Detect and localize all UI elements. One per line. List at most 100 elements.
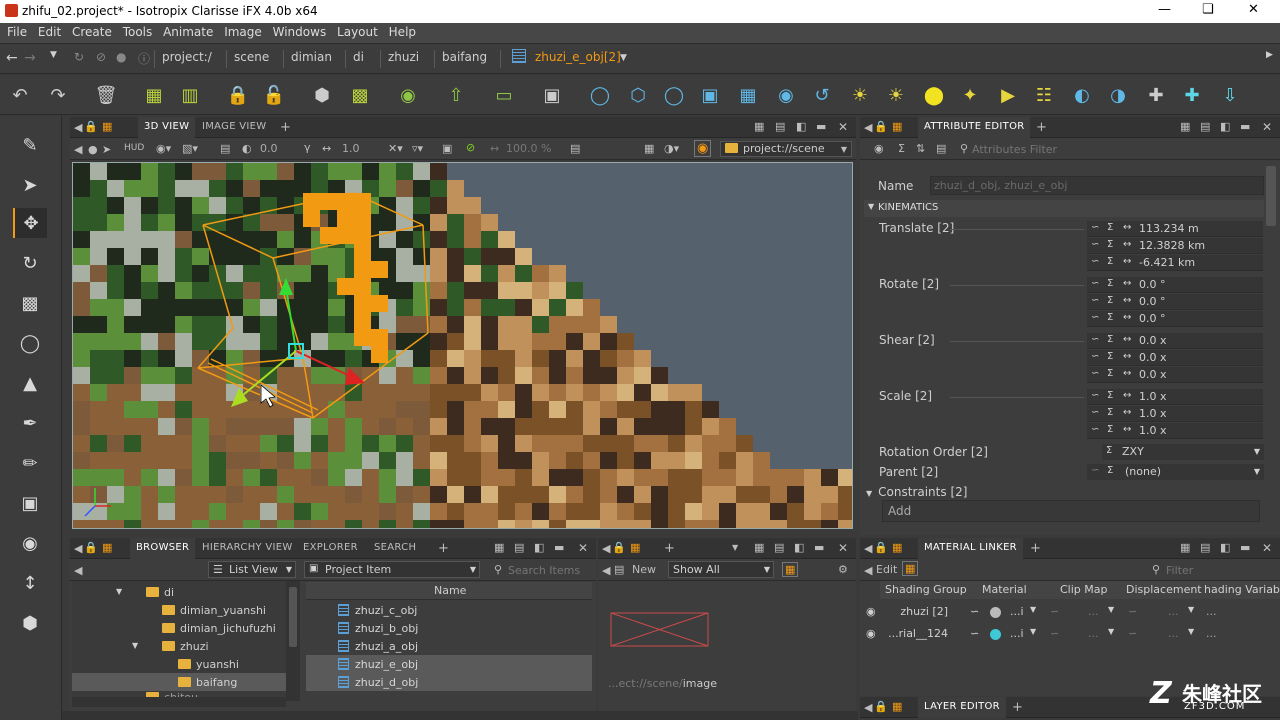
menu-windows[interactable]: Windows (273, 23, 327, 39)
panel-menu-icon[interactable]: ◀ (864, 701, 872, 714)
browser-menu-icon[interactable]: ◀ (74, 564, 82, 577)
exposure-field[interactable]: 0.0 (260, 142, 278, 155)
render-icon[interactable]: ⊘ (466, 141, 475, 154)
show-filter-select[interactable]: Show All ▼ (668, 561, 774, 578)
chevron-down-icon[interactable]: ▼ (620, 53, 627, 71)
layout-icon[interactable]: ▦ (1180, 120, 1190, 133)
move-icon[interactable]: ✥ (13, 208, 47, 238)
tree-item[interactable]: baifang (72, 673, 286, 691)
tab-material-linker[interactable]: MATERIAL LINKER (918, 538, 1023, 559)
panel-menu-icon[interactable]: ◀ (864, 121, 872, 134)
menu-tools[interactable]: Tools (123, 23, 153, 39)
camera-icon[interactable]: ◉ (15, 528, 45, 558)
shading-icon[interactable]: ◉▾ (156, 142, 171, 155)
add-constraint-button[interactable]: Add (882, 500, 1260, 522)
rotate-field-0[interactable]: ∽ Σ ↔ 0.0 ° (1087, 277, 1263, 293)
tree-item[interactable]: dimian_jichufuzhi (72, 619, 286, 637)
export-icon[interactable]: ⇧ (442, 81, 470, 109)
file-list-item[interactable]: zhuzi_e_obj (306, 655, 592, 673)
panel-view-icon[interactable]: ▦ (892, 541, 902, 554)
layout3-icon[interactable]: ◧ (796, 120, 806, 133)
tab-explorer[interactable]: EXPLORER (303, 542, 358, 553)
brush-icon[interactable]: ✏ (15, 448, 45, 478)
environment-icon[interactable]: ◑ (1104, 81, 1132, 109)
close-icon[interactable]: ✕ (1248, 2, 1259, 17)
rotate-field-1[interactable]: ∽ Σ ↔ 0.0 ° (1087, 294, 1263, 310)
layout2-icon[interactable]: ▤ (514, 541, 524, 554)
chevron-right-icon[interactable]: ▶ (1266, 50, 1273, 68)
panel-view-icon[interactable]: ▦ (102, 541, 112, 554)
stamp-icon[interactable]: ▲ (15, 368, 45, 398)
forward-arrow-icon[interactable]: → (24, 50, 36, 68)
tools-icon[interactable]: ✕▾ (388, 142, 403, 155)
restore-icon[interactable]: ❏ (1202, 2, 1214, 17)
zoom-spinner-icon[interactable]: ↔ (490, 142, 499, 155)
snapshot-icon[interactable]: ▤ (570, 142, 580, 155)
scale-field-0[interactable]: ∽ Σ ↔ 1.0 x (1087, 389, 1263, 405)
layout-icon[interactable]: ▦ (754, 541, 764, 554)
view-mode-select[interactable]: ☰ List View ▼ (208, 561, 296, 578)
settings-gear-icon[interactable]: ⚙ (838, 563, 848, 576)
context-selector[interactable]: project://scene ▼ (720, 141, 852, 157)
ungroup-icon[interactable]: ▥ (176, 81, 204, 109)
close-panel-icon[interactable]: ✕ (578, 541, 588, 555)
tab-image-view[interactable]: IMAGE VIEW (202, 121, 266, 132)
spot-light-icon[interactable]: ✦ (956, 81, 984, 109)
scale-icon[interactable]: ▩ (15, 288, 45, 318)
drop-icon[interactable]: ⇩ (1216, 81, 1244, 109)
hud-toggle[interactable]: HUD (124, 143, 144, 153)
refresh-icon[interactable]: ↻ (74, 50, 84, 68)
cylinder-icon[interactable]: ▣ (696, 81, 724, 109)
menu-layout[interactable]: Layout (337, 23, 378, 39)
chevron-down-icon[interactable]: ▼ (732, 543, 738, 552)
light-bulb-icon[interactable]: ☀ (846, 81, 874, 109)
parent-select[interactable]: ∽ Σ (none) ▼ (1087, 464, 1264, 480)
column-clip-map[interactable]: Clip Map (1060, 583, 1108, 596)
paint-icon[interactable]: ✒ (15, 408, 45, 438)
material-view-icon[interactable]: ▦ (902, 561, 919, 576)
box-icon[interactable]: ⬢ (308, 81, 336, 109)
sphere-icon[interactable]: ◯ (660, 81, 688, 109)
rotate-icon[interactable]: ↻ (15, 248, 45, 278)
panel-lock-icon[interactable]: 🔒 (612, 541, 626, 554)
scatter-icon[interactable]: ✚ (1142, 81, 1170, 109)
attributes-filter-input[interactable] (972, 141, 1264, 157)
add-tab-icon[interactable]: + (1036, 120, 1047, 135)
panel-view-icon[interactable]: ▦ (892, 120, 902, 133)
search-items-input[interactable] (508, 562, 588, 578)
layout3-icon[interactable]: ◧ (794, 541, 804, 554)
add-point-icon[interactable]: ✚ (1178, 81, 1206, 109)
shear-field-0[interactable]: ∽ Σ ↔ 0.0 x (1087, 333, 1263, 349)
lock-icon[interactable]: 🔒 (224, 81, 252, 109)
close-panel-icon[interactable]: ✕ (838, 541, 848, 555)
material-row[interactable]: ◉ ...rial__124 ∽ ...i ▼ ∽... ▼ ∽... ▼... (862, 625, 1262, 645)
menu-create[interactable]: Create (72, 23, 112, 39)
breadcrumb-item-project[interactable]: project:/ (162, 50, 212, 68)
history-dropdown-icon[interactable]: ▼ (50, 50, 57, 68)
3d-viewport[interactable] (72, 162, 853, 529)
menu-help[interactable]: Help (389, 23, 416, 39)
panel-lock-icon[interactable]: 🔒 (84, 541, 98, 554)
add-tab-icon[interactable]: + (280, 120, 291, 135)
add-tab-icon[interactable]: + (664, 541, 675, 556)
area-light-icon[interactable]: ▶ (994, 81, 1022, 109)
tree-item[interactable]: yuanshi (72, 655, 286, 673)
delete-path-icon[interactable]: ⊘ (96, 50, 106, 68)
panel-menu-icon[interactable]: ◀ (864, 542, 872, 555)
gamma-spinner-icon[interactable]: ↔ (322, 142, 331, 155)
panel-lock-icon[interactable]: 🔒 (874, 700, 888, 713)
panel-view-icon[interactable]: ▦ (630, 541, 640, 554)
scale-field-2[interactable]: ∽ Σ ↔ 1.0 x (1087, 423, 1263, 439)
eyedropper-icon[interactable]: ✎ (15, 130, 45, 160)
panel-view-icon[interactable]: ▦ (892, 700, 902, 713)
shape-icon[interactable]: ⬢ (15, 608, 45, 638)
collapse-icon[interactable]: ⇅ (916, 142, 925, 155)
panel-lock-icon[interactable]: 🔒 (874, 120, 888, 133)
magnet-icon[interactable]: ◯ (586, 81, 614, 109)
material-menu-icon[interactable]: ◀ (864, 564, 872, 577)
tab-3d-view[interactable]: 3D VIEW (138, 117, 196, 138)
comment-icon[interactable]: ▭ (490, 81, 518, 109)
hierarchy-icon[interactable]: ▣ (538, 81, 566, 109)
menu-file[interactable]: File (7, 23, 27, 39)
breadcrumb-item-dimian[interactable]: dimian (291, 50, 332, 68)
